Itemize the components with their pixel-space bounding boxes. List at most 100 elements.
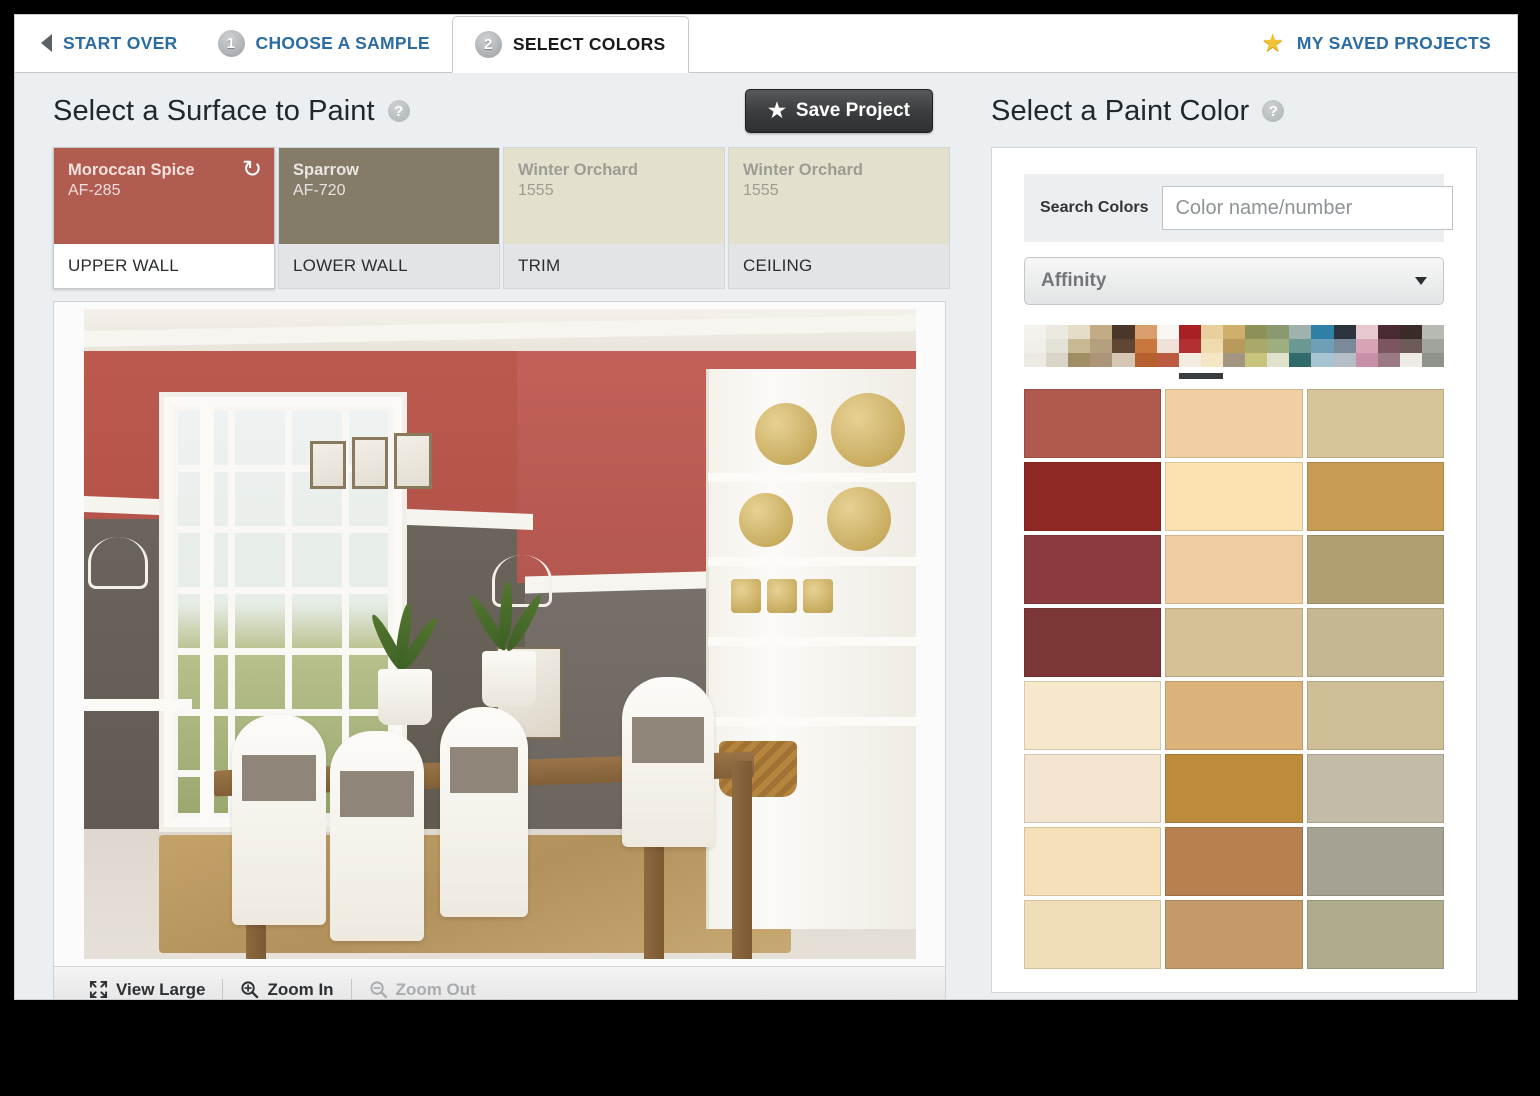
palette-strip-column[interactable] [1090, 325, 1113, 367]
surface-color-chip: Winter Orchard 1555 [504, 148, 724, 244]
color-swatch[interactable] [1024, 535, 1162, 604]
palette-strip-column[interactable] [1289, 325, 1312, 367]
my-saved-projects-button[interactable]: ★ MY SAVED PROJECTS [1261, 15, 1517, 72]
surface-color-number: AF-285 [68, 181, 121, 199]
save-project-button[interactable]: ★ Save Project [744, 89, 933, 133]
surface-card-trim[interactable]: Winter Orchard 1555 TRIM [503, 147, 725, 289]
color-swatch[interactable] [1306, 900, 1444, 969]
palette-strip-tone [1024, 353, 1047, 367]
palette-strip-tone [1200, 339, 1223, 353]
tab-select-colors[interactable]: 2 SELECT COLORS [451, 16, 689, 73]
palette-strip-column[interactable] [1134, 325, 1157, 367]
color-swatch[interactable] [1165, 462, 1303, 531]
color-swatch[interactable] [1165, 389, 1303, 458]
chevron-down-icon [1415, 277, 1427, 285]
photo-toolbar: View Large Zoom In Zoom Out [54, 966, 945, 1000]
color-swatch[interactable] [1024, 681, 1162, 750]
room-picture-frame [394, 433, 432, 489]
color-swatch[interactable] [1165, 535, 1303, 604]
palette-strip-column[interactable] [1355, 325, 1378, 367]
help-icon[interactable]: ? [1262, 100, 1285, 122]
tab-choose-a-sample[interactable]: 1 CHOOSE A SAMPLE [196, 15, 452, 72]
palette-strip-tone [1311, 325, 1334, 339]
zoom-out-label: Zoom Out [395, 979, 476, 999]
surface-card-upper-wall[interactable]: Moroccan Spice AF-285 ↺ UPPER WALL [53, 147, 275, 289]
search-input[interactable] [1162, 186, 1454, 230]
color-swatch[interactable] [1024, 754, 1162, 823]
zoom-in-button[interactable]: Zoom In [223, 967, 350, 1000]
palette-strip-tone [1222, 353, 1246, 367]
undo-icon[interactable]: ↺ [242, 156, 262, 183]
color-swatch[interactable] [1024, 827, 1162, 896]
color-swatch[interactable] [1024, 462, 1162, 531]
color-swatch[interactable] [1024, 900, 1162, 969]
color-swatch[interactable] [1165, 827, 1303, 896]
color-swatch[interactable] [1306, 608, 1444, 677]
room-photo[interactable] [84, 309, 916, 959]
palette-strip-column[interactable] [1178, 325, 1201, 367]
main-body: Select a Surface to Paint ? ★ Save Proje… [15, 73, 1517, 1000]
color-swatch[interactable] [1306, 389, 1444, 458]
palette-strip-tone [1046, 325, 1069, 339]
view-large-button[interactable]: View Large [72, 967, 222, 1000]
color-swatch[interactable] [1024, 389, 1162, 458]
color-swatch[interactable] [1165, 900, 1303, 969]
palette-strip [1024, 325, 1445, 379]
palette-strip-tone [1355, 339, 1378, 353]
palette-strip-column[interactable] [1311, 325, 1334, 367]
room-hutch-shelf [708, 557, 916, 566]
color-swatch-grid [1024, 389, 1444, 969]
color-swatch[interactable] [1165, 754, 1303, 823]
zoom-out-button[interactable]: Zoom Out [352, 967, 493, 1000]
start-over-button[interactable]: START OVER [15, 15, 196, 72]
palette-strip-tone [1421, 325, 1445, 339]
color-swatch[interactable] [1165, 608, 1303, 677]
color-swatch[interactable] [1306, 754, 1444, 823]
search-colors-label: Search Colors [1040, 199, 1149, 216]
surface-card-ceiling[interactable]: Winter Orchard 1555 CEILING [728, 147, 950, 289]
surface-color-chip: Winter Orchard 1555 [729, 148, 949, 244]
paint-visualizer-app: START OVER 1 CHOOSE A SAMPLE 2 SELECT CO… [14, 14, 1518, 1000]
palette-strip-column[interactable] [1046, 325, 1069, 367]
room-hutch-shelf [708, 637, 916, 646]
collection-select-value: Affinity [1041, 270, 1107, 291]
palette-strip-column[interactable] [1245, 325, 1268, 367]
palette-strip-column[interactable] [1267, 325, 1290, 367]
palette-strip-tone [1289, 339, 1312, 353]
collection-select[interactable]: Affinity [1024, 257, 1444, 305]
palette-strip-tone [1090, 339, 1113, 353]
room-decor-cup [803, 579, 833, 613]
surface-card-lower-wall[interactable]: Sparrow AF-720 LOWER WALL [278, 147, 500, 289]
room-dining-chair [330, 731, 424, 941]
room-photo-wrap [54, 302, 945, 959]
palette-strip-column[interactable] [1112, 325, 1135, 367]
palette-strip-tone [1245, 339, 1268, 353]
color-swatch[interactable] [1024, 608, 1162, 677]
palette-strip-column[interactable] [1399, 325, 1422, 367]
palette-strip-column[interactable] [1156, 325, 1179, 367]
palette-strip-column[interactable] [1068, 325, 1091, 367]
palette-strip-column[interactable] [1377, 325, 1400, 367]
surface-color-name: Moroccan Spice [68, 161, 195, 179]
palette-strip-column[interactable] [1024, 325, 1047, 367]
palette-strip-column[interactable] [1222, 325, 1246, 367]
room-decor-cup [731, 579, 761, 613]
help-icon[interactable]: ? [387, 100, 410, 122]
color-swatch[interactable] [1306, 681, 1444, 750]
room-dining-chair [622, 677, 714, 847]
color-swatch[interactable] [1306, 827, 1444, 896]
palette-strip-tone [1399, 353, 1422, 367]
color-swatch[interactable] [1165, 681, 1303, 750]
color-swatch[interactable] [1306, 535, 1444, 604]
room-decor-plate [755, 403, 817, 465]
palette-strip-column[interactable] [1421, 325, 1445, 367]
palette-strip-column[interactable] [1200, 325, 1223, 367]
surface-label: LOWER WALL [293, 256, 408, 275]
palette-strip-tone [1311, 353, 1334, 367]
palette-strip-tone [1134, 353, 1157, 367]
search-colors-row: Search Colors [1024, 174, 1454, 242]
room-picture-frame [352, 437, 388, 489]
palette-strip-column[interactable] [1333, 325, 1356, 367]
color-swatch[interactable] [1306, 462, 1444, 531]
palette-strip-tone [1046, 353, 1069, 367]
